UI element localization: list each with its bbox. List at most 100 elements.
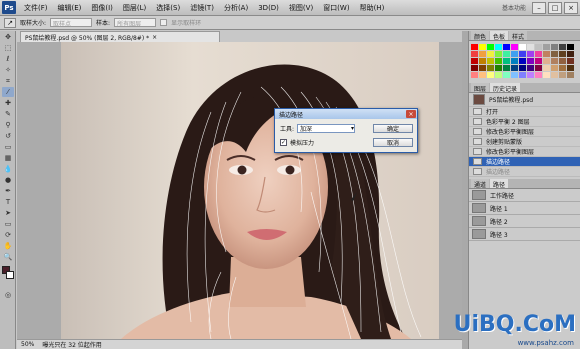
swatch-color[interactable] (519, 51, 526, 57)
swatch-color[interactable] (503, 65, 510, 71)
path-item[interactable]: 路径 1 (469, 202, 580, 215)
history-brush-tool-icon[interactable]: ↺ (2, 131, 14, 141)
swatch-color[interactable] (543, 51, 550, 57)
swatch-color[interactable] (519, 72, 526, 78)
swatch-color[interactable] (471, 72, 478, 78)
swatch-color[interactable] (519, 58, 526, 64)
swatch-color[interactable] (487, 51, 494, 57)
dodge-tool-icon[interactable]: ● (2, 175, 14, 185)
tab-color[interactable]: 颜色 (471, 31, 490, 41)
3d-rotate-tool-icon[interactable]: ⟳ (2, 230, 14, 240)
eraser-tool-icon[interactable]: ▭ (2, 142, 14, 152)
swatch-color[interactable] (511, 58, 518, 64)
zoom-level[interactable]: 50% (21, 341, 34, 348)
swatch-color[interactable] (543, 44, 550, 50)
tab-styles[interactable]: 样式 (509, 31, 528, 41)
swatch-grid[interactable] (469, 41, 580, 81)
swatch-color[interactable] (551, 72, 558, 78)
swatch-color[interactable] (503, 51, 510, 57)
pen-tool-icon[interactable]: ✒ (2, 186, 14, 196)
swatch-color[interactable] (479, 65, 486, 71)
history-item[interactable]: 描边路径 (469, 167, 580, 177)
swatch-color[interactable] (471, 58, 478, 64)
history-item[interactable]: 创建剪贴蒙版 (469, 137, 580, 147)
magic-wand-tool-icon[interactable]: ✧ (2, 65, 14, 75)
swatch-color[interactable] (559, 72, 566, 78)
swatch-color[interactable] (511, 72, 518, 78)
gradient-tool-icon[interactable]: ▦ (2, 153, 14, 163)
swatch-color[interactable] (519, 44, 526, 50)
swatch-color[interactable] (487, 58, 494, 64)
marquee-tool-icon[interactable]: ⬚ (2, 43, 14, 53)
swatch-color[interactable] (511, 65, 518, 71)
tab-history[interactable]: 历史记录 (490, 83, 521, 93)
history-item[interactable]: 色彩平衡 2 图层 (469, 117, 580, 127)
stamp-tool-icon[interactable]: ⚲ (2, 120, 14, 130)
menu-window[interactable]: 窗口(W) (318, 3, 354, 13)
menu-help[interactable]: 帮助(H) (355, 3, 390, 13)
close-tab-icon[interactable]: × (152, 34, 157, 41)
document-tab[interactable]: PS鼠绘教程.psd @ 50% (图层 2, RGB/8#) * × (20, 31, 220, 42)
show-ring-checkbox[interactable] (160, 19, 168, 26)
swatch-color[interactable] (503, 72, 510, 78)
swatch-color[interactable] (559, 51, 566, 57)
swatch-color[interactable] (543, 65, 550, 71)
swatch-color[interactable] (535, 51, 542, 57)
quick-mask-icon[interactable]: ◎ (2, 290, 14, 300)
swatch-color[interactable] (471, 51, 478, 57)
close-window-button[interactable]: × (564, 1, 578, 14)
swatch-color[interactable] (567, 72, 574, 78)
blur-tool-icon[interactable]: 💧 (2, 164, 14, 174)
eyedropper-tool-icon[interactable]: ↗ (4, 17, 16, 28)
menu-3d[interactable]: 3D(D) (253, 4, 284, 12)
swatch-color[interactable] (527, 72, 534, 78)
menu-image[interactable]: 图像(I) (86, 3, 118, 13)
swatch-color[interactable] (543, 58, 550, 64)
tab-paths[interactable]: 路径 (490, 179, 509, 189)
swatch-color[interactable] (479, 51, 486, 57)
move-tool-icon[interactable]: ✥ (2, 32, 14, 42)
canvas-area[interactable] (17, 42, 462, 339)
cancel-button[interactable]: 取消 (373, 138, 413, 147)
swatch-color[interactable] (551, 58, 558, 64)
swatch-color[interactable] (567, 65, 574, 71)
swatch-color[interactable] (527, 44, 534, 50)
hand-tool-icon[interactable]: ✋ (2, 241, 14, 251)
menu-view[interactable]: 视图(V) (284, 3, 318, 13)
path-item[interactable]: 路径 2 (469, 215, 580, 228)
swatch-color[interactable] (503, 44, 510, 50)
swatch-color[interactable] (559, 58, 566, 64)
swatch-color[interactable] (567, 58, 574, 64)
swatch-color[interactable] (495, 51, 502, 57)
sample-layers-select[interactable]: 所有图层 (114, 18, 157, 28)
swatch-color[interactable] (479, 72, 486, 78)
swatch-color[interactable] (511, 51, 518, 57)
swatch-color[interactable] (495, 65, 502, 71)
minimize-button[interactable]: – (532, 1, 546, 14)
healing-tool-icon[interactable]: ✚ (2, 98, 14, 108)
swatch-color[interactable] (487, 65, 494, 71)
simulate-pressure-checkbox[interactable]: ✓ (280, 138, 287, 146)
shape-tool-icon[interactable]: ▭ (2, 219, 14, 229)
swatch-color[interactable] (567, 44, 574, 50)
path-item[interactable]: 工作路径 (469, 189, 580, 202)
history-item[interactable]: 描边路径 (469, 157, 580, 167)
lasso-tool-icon[interactable]: ℓ (2, 54, 14, 64)
swatch-color[interactable] (559, 44, 566, 50)
swatch-color[interactable] (527, 51, 534, 57)
eyedropper-tool-icon-box[interactable]: ⁄ (2, 87, 14, 97)
workspace-switcher[interactable]: 基本功能 (496, 3, 532, 12)
swatch-color[interactable] (535, 44, 542, 50)
swatch-color[interactable] (527, 65, 534, 71)
brush-tool-icon[interactable]: ✎ (2, 109, 14, 119)
menu-edit[interactable]: 编辑(E) (53, 3, 87, 13)
maximize-button[interactable]: □ (548, 1, 562, 14)
swatch-color[interactable] (511, 44, 518, 50)
dialog-close-button[interactable]: × (406, 110, 416, 118)
swatch-color[interactable] (471, 65, 478, 71)
swatch-color[interactable] (479, 44, 486, 50)
history-item[interactable]: 修改色彩平衡图层 (469, 127, 580, 137)
tab-layers[interactable]: 图层 (471, 83, 490, 93)
swatch-color[interactable] (535, 58, 542, 64)
tool-select[interactable]: 加深 ▾ (297, 123, 356, 133)
